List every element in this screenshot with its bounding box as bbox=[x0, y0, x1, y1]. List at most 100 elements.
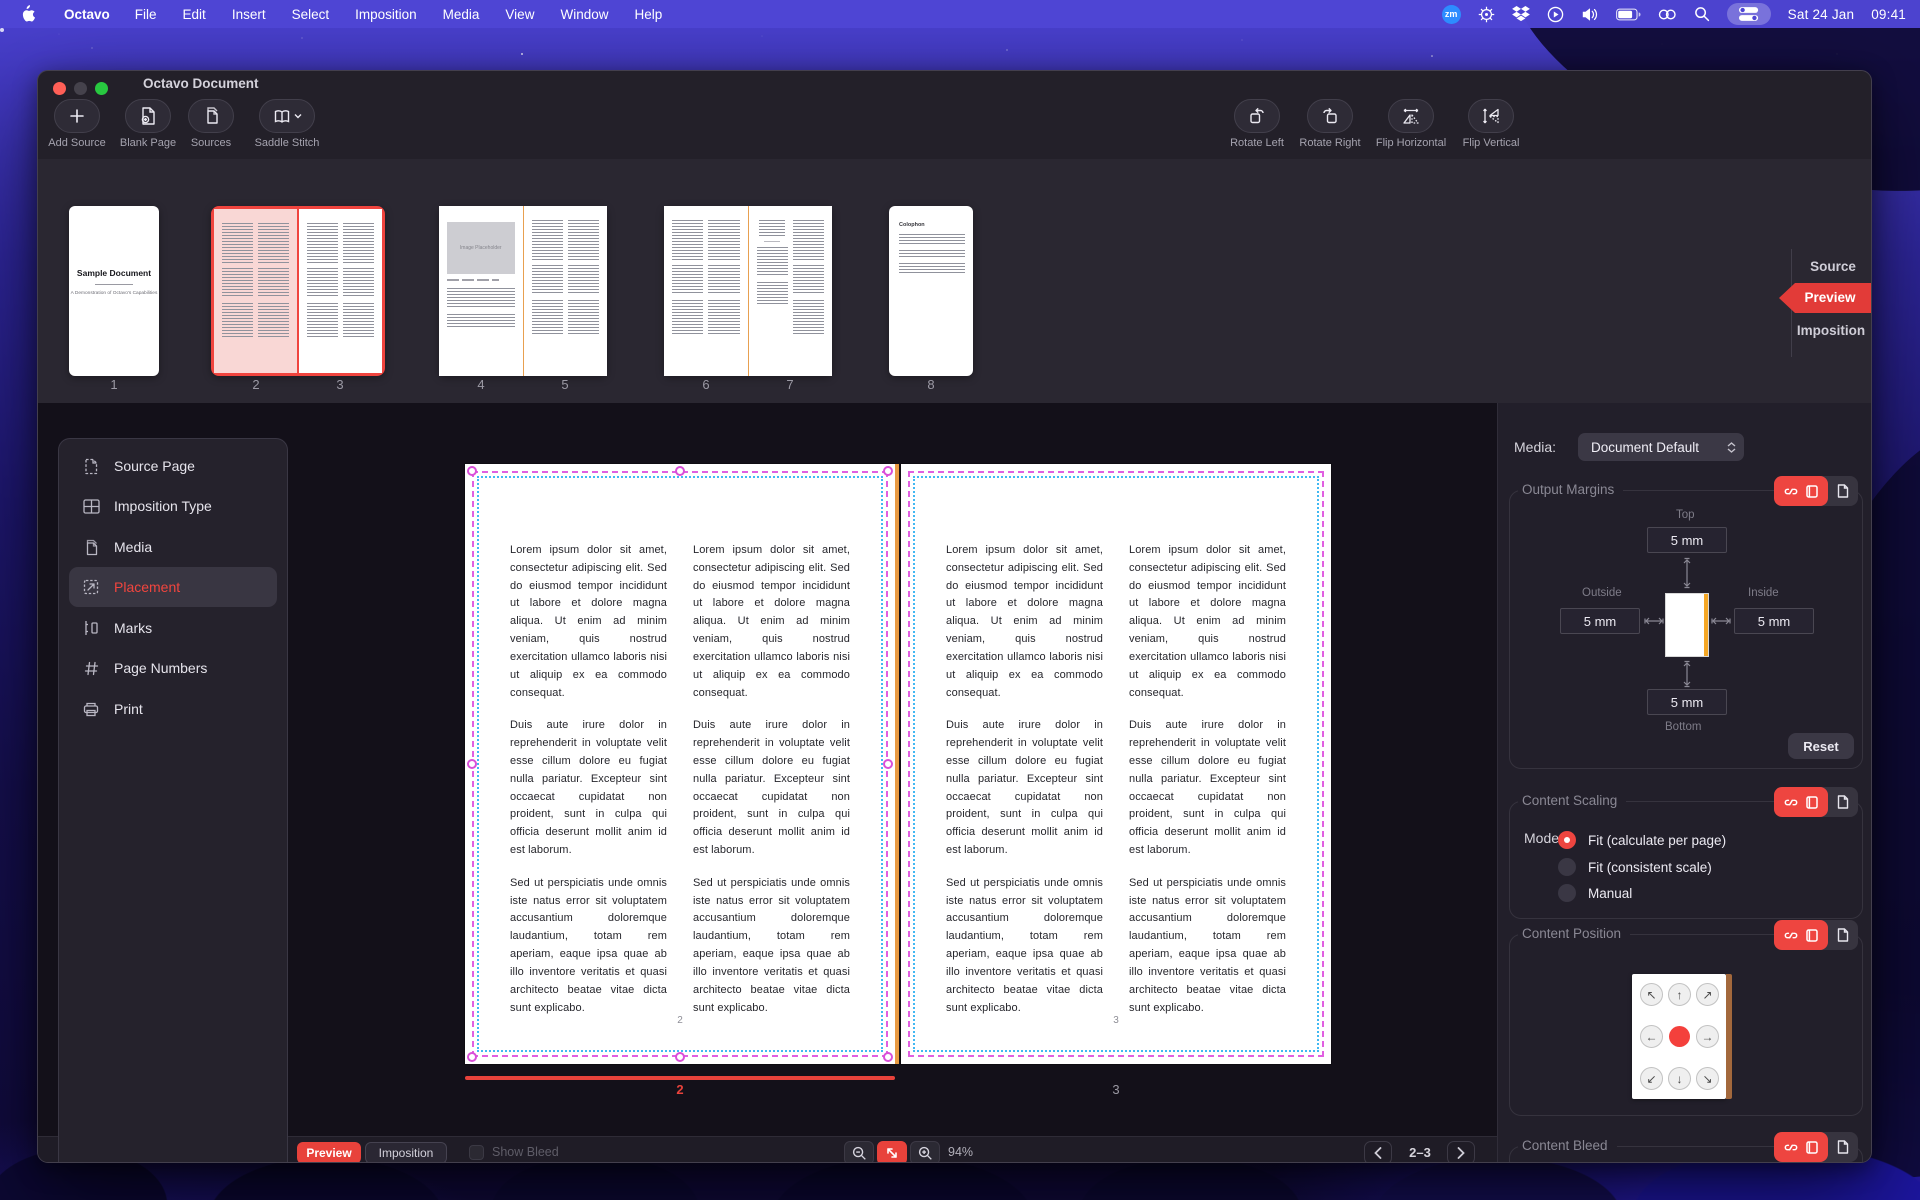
menu-file[interactable]: File bbox=[122, 7, 170, 22]
menu-insert[interactable]: Insert bbox=[219, 7, 279, 22]
book-scope-icon[interactable] bbox=[1806, 1140, 1818, 1154]
previous-spread-button[interactable] bbox=[1364, 1141, 1392, 1162]
position-left-button[interactable]: ← bbox=[1640, 1025, 1663, 1048]
helm-icon[interactable] bbox=[1478, 6, 1495, 23]
thumbnail-spread-2-3[interactable] bbox=[211, 206, 385, 376]
tab-preview[interactable]: Preview bbox=[1779, 283, 1871, 313]
menu-imposition[interactable]: Imposition bbox=[342, 7, 430, 22]
link-scope-icon[interactable] bbox=[1784, 486, 1798, 497]
thumbnail-page-6[interactable] bbox=[664, 206, 748, 376]
dropbox-icon[interactable] bbox=[1511, 6, 1530, 22]
position-bottom-left-button[interactable]: ↙ bbox=[1640, 1067, 1663, 1090]
show-bleed-checkbox[interactable] bbox=[469, 1145, 484, 1160]
thumbnail-page-2[interactable] bbox=[214, 209, 297, 373]
menu-edit[interactable]: Edit bbox=[170, 7, 219, 22]
book-scope-icon[interactable] bbox=[1806, 484, 1818, 498]
selection-handle[interactable] bbox=[883, 759, 893, 769]
search-icon[interactable] bbox=[1694, 6, 1710, 22]
zoom-app-icon[interactable]: zm bbox=[1441, 4, 1461, 24]
sidebar-item-print[interactable]: Print bbox=[69, 689, 277, 729]
link-icon[interactable] bbox=[1658, 8, 1677, 21]
page-scope-icon[interactable] bbox=[1837, 484, 1849, 498]
thumbnail-page-7[interactable] bbox=[747, 206, 832, 376]
tab-source[interactable]: Source bbox=[1794, 259, 1871, 274]
rotate-right-tool[interactable]: Rotate Right bbox=[1288, 99, 1372, 149]
position-center-button[interactable] bbox=[1669, 1026, 1690, 1047]
position-right-button[interactable]: → bbox=[1696, 1025, 1719, 1048]
position-top-right-button[interactable]: ↗ bbox=[1696, 983, 1719, 1006]
thumbnail-page-5[interactable] bbox=[522, 206, 607, 376]
selection-handle[interactable] bbox=[467, 759, 477, 769]
volume-icon[interactable] bbox=[1581, 7, 1599, 22]
selection-handle[interactable] bbox=[675, 466, 685, 476]
selection-handle[interactable] bbox=[675, 1052, 685, 1062]
sidebar-item-placement[interactable]: Placement bbox=[69, 567, 277, 607]
thumbnail-page-4[interactable]: Image Placeholder bbox=[439, 206, 523, 376]
margin-inside-input[interactable]: 5 mm bbox=[1734, 608, 1814, 634]
control-center-icon[interactable] bbox=[1726, 3, 1771, 25]
position-bottom-right-button[interactable]: ↘ bbox=[1696, 1067, 1719, 1090]
margin-outside-input[interactable]: 5 mm bbox=[1560, 608, 1640, 634]
page-scope-icon[interactable] bbox=[1837, 1140, 1849, 1154]
sidebar-item-source-page[interactable]: Source Page bbox=[69, 446, 277, 486]
position-top-left-button[interactable]: ↖ bbox=[1640, 983, 1663, 1006]
link-scope-icon[interactable] bbox=[1784, 797, 1798, 808]
thumbnail-page-1[interactable]: Sample Document A Demonstration of Octav… bbox=[69, 206, 159, 376]
link-scope-icon[interactable] bbox=[1784, 1142, 1798, 1153]
preview-mode-button[interactable]: Preview bbox=[297, 1142, 361, 1162]
saddle-stitch-tool[interactable]: Saddle Stitch bbox=[245, 99, 329, 149]
selection-handle[interactable] bbox=[883, 1052, 893, 1062]
menu-view[interactable]: View bbox=[492, 7, 547, 22]
tab-imposition[interactable]: Imposition bbox=[1786, 323, 1871, 338]
menu-help[interactable]: Help bbox=[621, 7, 675, 22]
sources-tool[interactable]: Sources bbox=[169, 99, 253, 149]
flip-vertical-tool[interactable]: Flip Vertical bbox=[1449, 99, 1533, 149]
radio-manual[interactable]: Manual bbox=[1558, 882, 1632, 904]
sidebar-item-page-numbers[interactable]: Page Numbers bbox=[69, 648, 277, 688]
selection-handle[interactable] bbox=[467, 1052, 477, 1062]
flip-horizontal-tool[interactable]: Flip Horizontal bbox=[1369, 99, 1453, 149]
zoom-fit-button[interactable] bbox=[877, 1141, 907, 1162]
sidebar-item-media[interactable]: Media bbox=[69, 527, 277, 567]
zoom-window-button[interactable] bbox=[95, 82, 108, 95]
reset-button[interactable]: Reset bbox=[1788, 733, 1854, 759]
book-scope-icon[interactable] bbox=[1806, 928, 1818, 942]
page-scope-icon[interactable] bbox=[1837, 928, 1849, 942]
menu-app-name[interactable]: Octavo bbox=[52, 7, 122, 22]
rotate-left-tool[interactable]: Rotate Left bbox=[1215, 99, 1299, 149]
media-dropdown[interactable]: Document Default bbox=[1578, 433, 1744, 461]
thumbnail-page-3[interactable] bbox=[297, 209, 382, 373]
position-top-button[interactable]: ↑ bbox=[1668, 983, 1691, 1006]
page-scope-icon[interactable] bbox=[1837, 795, 1849, 809]
margin-top-input[interactable]: 5 mm bbox=[1647, 527, 1727, 553]
preview-page-3[interactable]: Lorem ipsum dolor sit amet, consectetur … bbox=[901, 464, 1331, 1064]
menu-time[interactable]: 09:41 bbox=[1871, 7, 1906, 22]
position-bottom-button[interactable]: ↓ bbox=[1668, 1067, 1691, 1090]
menu-select[interactable]: Select bbox=[279, 7, 343, 22]
radio-fit-consistent[interactable]: Fit (consistent scale) bbox=[1558, 856, 1712, 878]
imposition-mode-button[interactable]: Imposition bbox=[365, 1142, 447, 1162]
sidebar-item-marks[interactable]: Marks bbox=[69, 608, 277, 648]
menu-date[interactable]: Sat 24 Jan bbox=[1788, 7, 1855, 22]
preview-page-2[interactable]: Lorem ipsum dolor sit amet, consectetur … bbox=[465, 464, 895, 1064]
menu-media[interactable]: Media bbox=[430, 7, 493, 22]
menu-window[interactable]: Window bbox=[547, 7, 621, 22]
selection-handle[interactable] bbox=[467, 466, 477, 476]
zoom-out-button[interactable] bbox=[844, 1141, 874, 1162]
zoom-in-button[interactable] bbox=[910, 1141, 940, 1162]
link-scope-icon[interactable] bbox=[1784, 930, 1798, 941]
thumbnail-spread-4-5[interactable]: Image Placeholder bbox=[439, 206, 607, 376]
thumbnail-spread-6-7[interactable] bbox=[664, 206, 832, 376]
next-spread-button[interactable] bbox=[1447, 1141, 1475, 1162]
sidebar-item-imposition-type[interactable]: Imposition Type bbox=[69, 486, 277, 526]
battery-icon[interactable] bbox=[1615, 8, 1641, 21]
book-scope-icon[interactable] bbox=[1806, 795, 1818, 809]
minimize-button[interactable] bbox=[74, 82, 87, 95]
close-button[interactable] bbox=[53, 82, 66, 95]
radio-fit-per-page[interactable]: Fit (calculate per page) bbox=[1558, 829, 1726, 851]
margin-bottom-input[interactable]: 5 mm bbox=[1647, 689, 1727, 715]
apple-icon[interactable] bbox=[20, 5, 36, 23]
play-icon[interactable] bbox=[1547, 6, 1564, 23]
selection-handle[interactable] bbox=[883, 466, 893, 476]
thumbnail-page-8[interactable]: Colophon bbox=[889, 206, 973, 376]
